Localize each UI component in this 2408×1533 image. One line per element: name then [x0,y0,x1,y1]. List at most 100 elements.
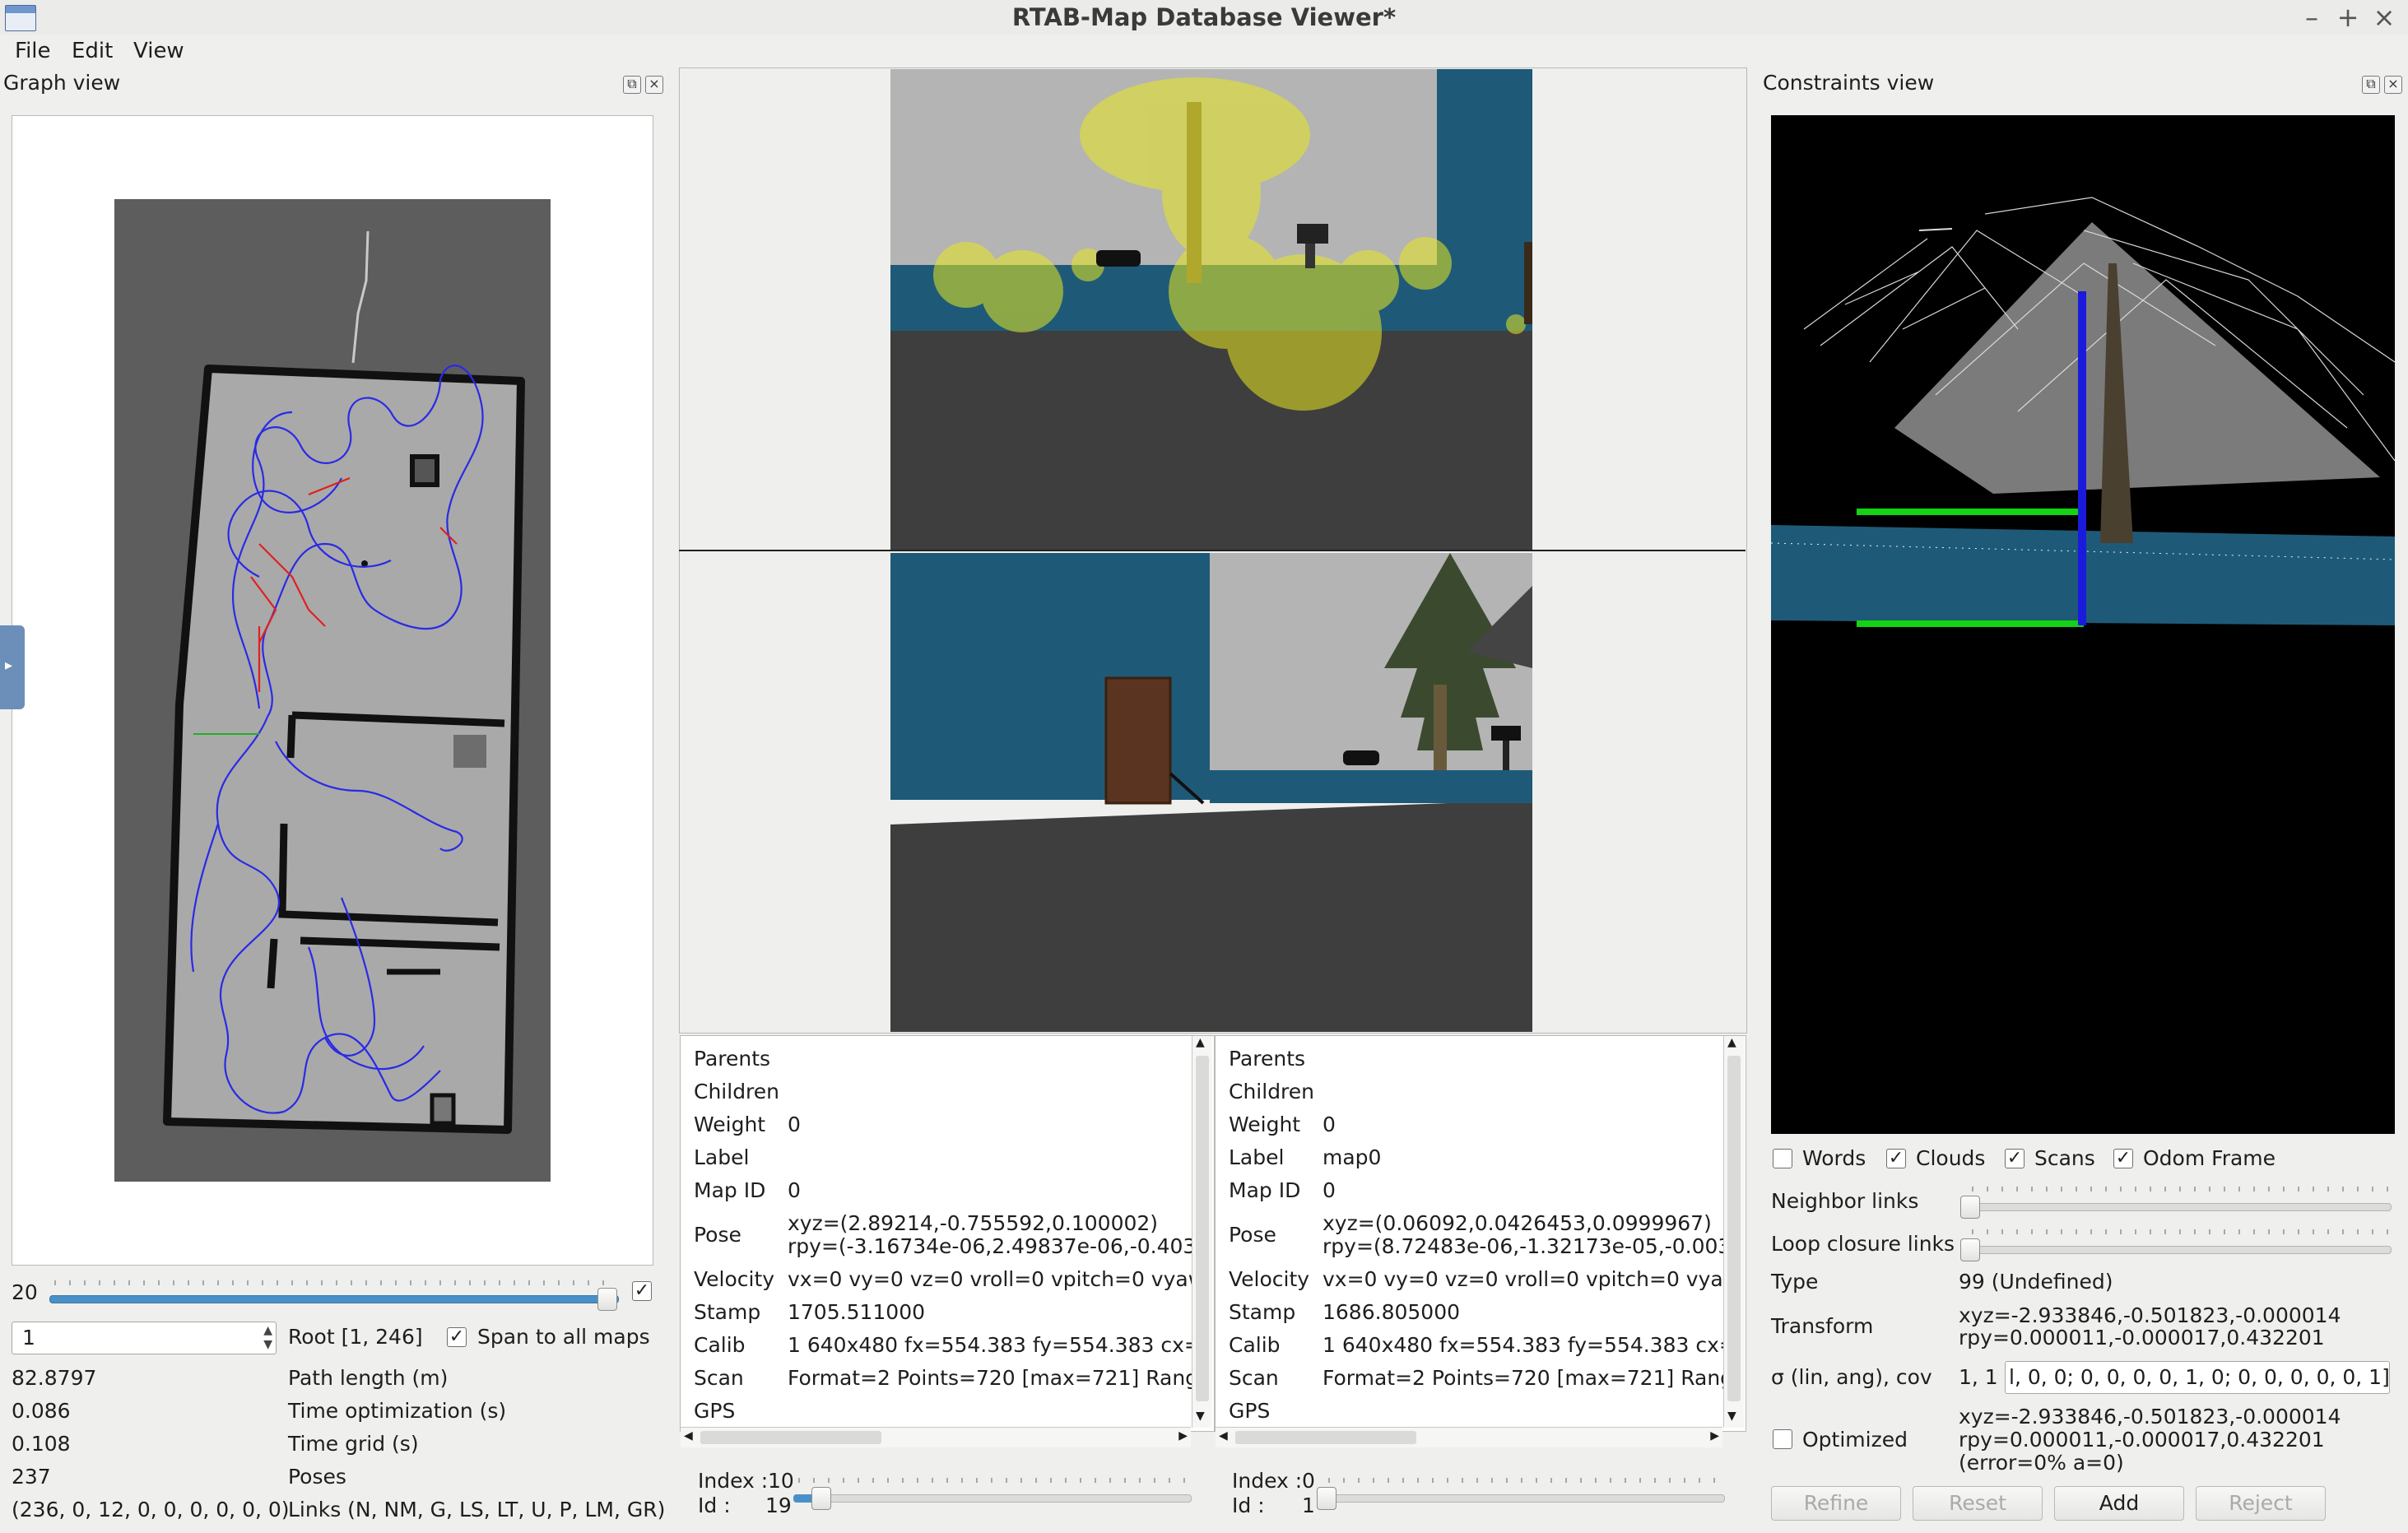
sigma-label: σ (lin, ang), cov [1771,1365,1932,1389]
scroll-left-icon[interactable]: ◀ [684,1429,693,1442]
id-label-a: Id : [698,1494,731,1517]
covariance-value: l, 0, 0; 0, 0, 0, 0, 1, 0; 0, 0, 0, 0, 0… [2009,1365,2390,1389]
clouds-label: Clouds [1916,1146,1986,1170]
optimized-error: (error=0% a=0) [1959,1451,2124,1475]
field-label: Parents [1229,1047,1306,1071]
span-all-maps-checkbox[interactable]: ✓ [447,1327,467,1347]
root-node-value: 1 [22,1326,35,1350]
pose-rpy: rpy=(8.72483e-06,-1.32173e-05,-0.0037 [1323,1234,1742,1258]
scroll-left-icon[interactable]: ◀ [1219,1429,1228,1442]
graph-canvas[interactable] [12,115,653,1266]
scroll-up-icon[interactable]: ▲ [1727,1036,1736,1049]
refine-button[interactable]: Refine [1771,1486,1901,1521]
index-slider-a[interactable] [793,1494,1192,1503]
field-label: Weight [694,1113,766,1136]
index-slider-b[interactable] [1325,1494,1725,1503]
root-node-input[interactable]: 1 ▲ ▼ [12,1322,277,1354]
field-value: vx=0 vy=0 vz=0 vroll=0 vpitch=0 vyaw [788,1267,1206,1291]
constraints-3d-view[interactable] [1771,115,2395,1134]
dock-handle[interactable]: ▸ [0,625,25,709]
span-all-maps-label: Span to all maps [477,1325,650,1349]
image-view-a[interactable] [890,69,1532,550]
loop-closure-links-handle[interactable] [1960,1238,1980,1261]
node-b-hscroll[interactable]: ◀ ▶ [1216,1427,1722,1447]
index-slider-b-handle[interactable] [1317,1487,1336,1510]
pose-rpy: rpy=(-3.16734e-06,2.49837e-06,-0.4032 [788,1234,1210,1258]
pose-xyz: xyz=(0.06092,0.0426453,0.0999967) [1323,1211,1712,1235]
dock-float-icon[interactable]: ⧉ [623,76,641,94]
graph-slider-checkbox[interactable]: ✓ [632,1281,652,1301]
field-label: GPS [694,1399,736,1423]
dock-close-icon[interactable]: × [2384,76,2402,94]
field-value: Format=2 Points=720 [max=721] Rang [1323,1366,1734,1390]
odom-frame-label: Odom Frame [2143,1146,2276,1170]
transform-rpy: rpy=0.000011,-0.000017,0.432201 [1959,1326,2325,1350]
stat-value: (236, 0, 12, 0, 0, 0, 0, 0, 0) [12,1498,290,1521]
scroll-down-icon[interactable]: ▼ [1196,1410,1205,1423]
neighbor-links-label: Neighbor links [1771,1189,1919,1213]
window-title: RTAB-Map Database Viewer* [1011,3,1397,31]
type-value: 99 (Undefined) [1959,1270,2113,1294]
clouds-checkbox[interactable]: ✓ [1886,1149,1906,1168]
close-button[interactable]: × [2370,3,2398,31]
odom-frame-checkbox[interactable]: ✓ [2113,1149,2133,1168]
words-checkbox[interactable] [1773,1149,1792,1168]
sigma-value: 1, 1 [1959,1365,1998,1389]
index-label-b: Index : [1232,1469,1303,1493]
spin-up-icon[interactable]: ▲ [263,1324,272,1337]
menu-file[interactable]: File [12,38,54,64]
loop-closure-links-label: Loop closure links [1771,1232,1955,1256]
dock-float-icon[interactable]: ⧉ [2362,76,2380,94]
stat-label: Time grid (s) [288,1432,419,1456]
scrollbar-thumb[interactable] [1196,1056,1209,1401]
loop-closure-links-slider[interactable] [1965,1246,2392,1254]
field-value: 0 [788,1178,801,1202]
node-b-vscroll[interactable]: ▲ ▼ [1723,1036,1744,1428]
scans-checkbox[interactable]: ✓ [2005,1149,2024,1168]
minimize-button[interactable]: – [2298,3,2326,31]
stat-label: Poses [288,1465,346,1489]
constraints-view-title: Constraints view [1763,71,1935,95]
graph-slider-handle[interactable] [597,1288,617,1311]
graph-slider[interactable] [49,1295,619,1303]
scrollbar-thumb[interactable] [700,1431,881,1444]
index-label-a: Index : [698,1469,769,1493]
menu-view[interactable]: View [130,38,188,64]
neighbor-links-handle[interactable] [1960,1196,1980,1219]
optimized-checkbox[interactable] [1773,1429,1792,1449]
transform-xyz: xyz=-2.933846,-0.501823,-0.000014 [1959,1303,2341,1327]
add-button[interactable]: Add [2054,1486,2184,1521]
dock-close-icon[interactable]: × [645,76,663,94]
menu-edit[interactable]: Edit [68,38,116,64]
view-splitter[interactable] [679,550,1746,551]
field-value: 1705.511000 [788,1300,926,1324]
scrollbar-thumb[interactable] [1727,1056,1741,1401]
neighbor-links-slider[interactable] [1965,1203,2392,1211]
scroll-right-icon[interactable]: ▶ [1710,1429,1719,1442]
reject-button[interactable]: Reject [2196,1486,2326,1521]
node-a-hscroll[interactable]: ◀ ▶ [681,1427,1191,1447]
covariance-input[interactable]: l, 0, 0; 0, 0, 0, 0, 1, 0; 0, 0, 0, 0, 0… [2005,1361,2390,1394]
scroll-up-icon[interactable]: ▲ [1196,1036,1205,1049]
field-label: Velocity [694,1267,775,1291]
field-label: Label [1229,1145,1285,1169]
id-value-b: 1 [1302,1494,1315,1517]
menu-bar [0,35,2408,67]
expand-arrow-icon: ▸ [5,657,13,674]
index-value-b: 0 [1302,1469,1315,1493]
index-slider-a-handle[interactable] [811,1487,831,1510]
scroll-down-icon[interactable]: ▼ [1727,1410,1736,1423]
field-label: Map ID [694,1178,766,1202]
scrollbar-thumb[interactable] [1235,1431,1416,1444]
image-view-b[interactable] [890,553,1532,1032]
field-label: Scan [694,1366,744,1390]
spin-down-icon[interactable]: ▼ [263,1338,272,1351]
field-value: 1 640x480 fx=554.383 fy=554.383 cx= [1323,1333,1736,1357]
field-label: Stamp [694,1300,761,1324]
node-a-vscroll[interactable]: ▲ ▼ [1192,1036,1212,1428]
maximize-button[interactable]: + [2334,3,2362,31]
reset-button[interactable]: Reset [1913,1486,2043,1521]
graph-slider-value: 20 [12,1280,38,1304]
field-label: Parents [694,1047,771,1071]
scroll-right-icon[interactable]: ▶ [1178,1429,1188,1442]
